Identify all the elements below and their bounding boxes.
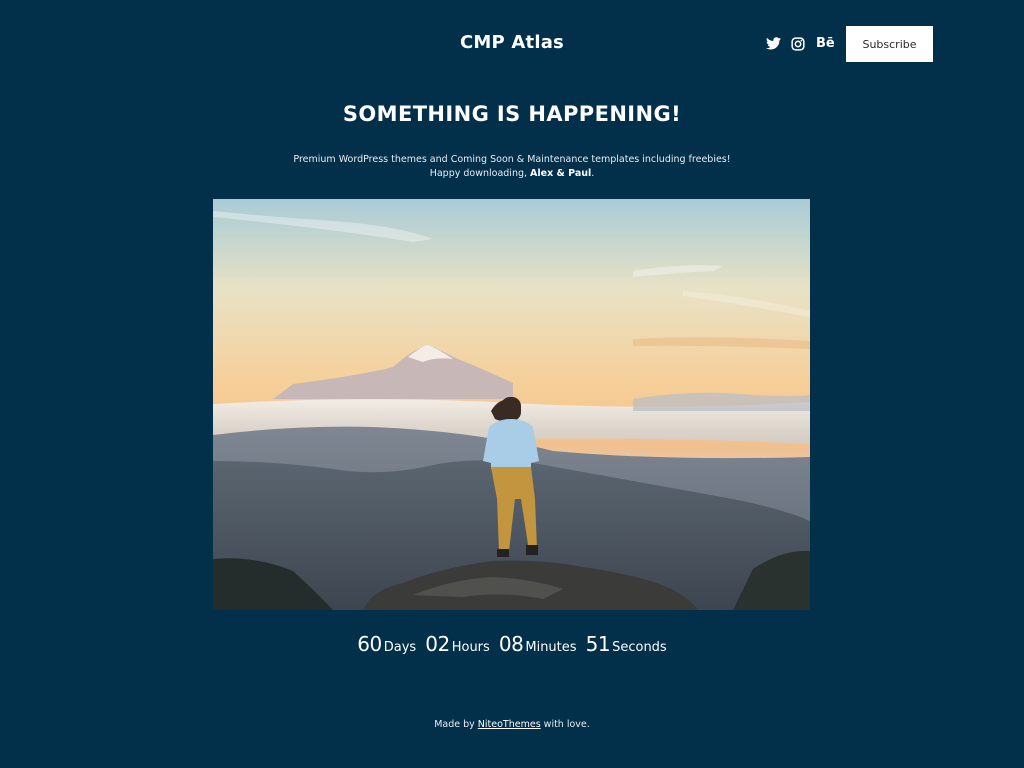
subtitle-line-2: Happy downloading, Alex & Paul. (0, 167, 1024, 181)
footer: Made by NiteoThemes with love. (0, 719, 1024, 730)
countdown-hours: 02 Hours (425, 632, 490, 656)
hero-illustration (213, 199, 810, 610)
instagram-icon[interactable] (790, 36, 805, 51)
footer-suffix: with love. (540, 719, 590, 730)
subtitle-suffix: . (591, 168, 595, 179)
subtitle: Premium WordPress themes and Coming Soon… (0, 153, 1024, 181)
page-headline: SOMETHING IS HAPPENING! (342, 102, 682, 126)
hours-label: Hours (451, 640, 490, 655)
niteothemes-link[interactable]: NiteoThemes (478, 719, 541, 730)
hero-image (213, 199, 810, 610)
hours-value: 02 (425, 632, 450, 656)
countdown: 60 Days 02 Hours 08 Minutes 51 Seconds (0, 632, 1024, 656)
subscribe-button[interactable]: Subscribe (846, 26, 933, 62)
countdown-minutes: 08 Minutes (499, 632, 577, 656)
subtitle-line-1: Premium WordPress themes and Coming Soon… (293, 154, 731, 165)
page: CMP Atlas Bē Subscribe SOMETHING IS HAPP… (0, 0, 1024, 768)
days-value: 60 (357, 632, 382, 656)
minutes-value: 08 (498, 632, 524, 656)
minutes-label: Minutes (525, 640, 577, 655)
seconds-value: 51 (585, 632, 611, 656)
social-links: Bē (766, 36, 835, 51)
countdown-days: 60 Days (357, 632, 416, 656)
footer-prefix: Made by (434, 719, 478, 730)
subtitle-authors: Alex & Paul (530, 168, 592, 179)
days-label: Days (383, 640, 417, 655)
subtitle-prefix: Happy downloading, (429, 168, 531, 179)
twitter-icon[interactable] (766, 36, 781, 51)
countdown-seconds: 51 Seconds (586, 632, 667, 656)
behance-icon[interactable]: Bē (816, 36, 835, 51)
seconds-label: Seconds (612, 640, 667, 655)
